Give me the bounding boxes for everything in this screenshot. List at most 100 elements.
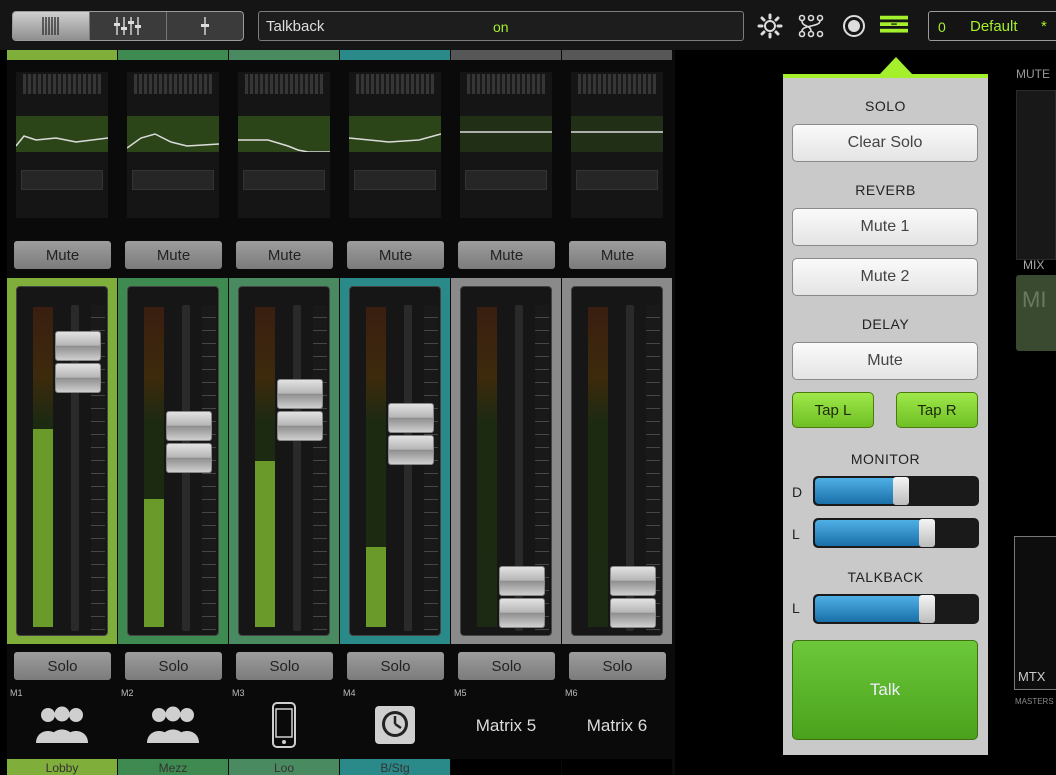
talkback-l-slider[interactable]: [813, 594, 979, 624]
popover-pointer: [879, 57, 913, 75]
fader-scale: [313, 305, 327, 631]
eq-thumbnail[interactable]: [349, 72, 441, 218]
monitor-section-title: MONITOR: [850, 451, 921, 467]
channel-strip: Mute Solo M6 Matrix 6: [562, 50, 672, 775]
dynamics-thumbnail: [576, 170, 658, 190]
phone-icon[interactable]: [249, 701, 319, 749]
channel-name-bar[interactable]: B/Stg: [340, 759, 450, 775]
solo-button[interactable]: Solo: [347, 652, 444, 680]
channel-color-bar: [229, 50, 339, 60]
patch-icon: [798, 14, 824, 38]
fader-cap-shadow: [55, 363, 101, 394]
channel-name-bar[interactable]: Loo: [229, 759, 339, 775]
solo-button[interactable]: Solo: [458, 652, 555, 680]
channel-name-bar[interactable]: [451, 759, 561, 775]
talkback-l-slider-thumb[interactable]: [919, 595, 935, 623]
fader-cap-shadow: [610, 598, 656, 629]
channel-label[interactable]: Matrix 5: [451, 716, 561, 736]
channel-name-bar[interactable]: [562, 759, 672, 775]
mute-button[interactable]: Mute: [569, 241, 666, 269]
level-meter-fill: [366, 547, 386, 627]
dynamics-thumbnail: [132, 170, 214, 190]
reverb-section-title: REVERB: [855, 182, 916, 198]
channel-number: M6: [565, 688, 578, 698]
fader-well: [349, 286, 441, 636]
fader-cap[interactable]: [388, 402, 434, 433]
channel-name-bar[interactable]: Lobby: [7, 759, 117, 775]
channel-strip: Mute Solo M5 Matrix 5: [451, 50, 561, 775]
talkback-button[interactable]: [880, 12, 908, 40]
channel-name-bar[interactable]: Mezz: [118, 759, 228, 775]
routing-button[interactable]: [797, 12, 825, 40]
monitor-l-slider[interactable]: [813, 518, 979, 548]
channel-color-bar: [340, 50, 450, 60]
eq-thumbnail[interactable]: [16, 72, 108, 218]
single-fader-icon: [201, 17, 209, 35]
talk-button[interactable]: Talk: [792, 640, 978, 740]
solo-section-title: SOLO: [865, 98, 906, 114]
eq-thumbnail[interactable]: [238, 72, 330, 218]
channel-color-bar: [7, 50, 117, 60]
record-button[interactable]: [840, 12, 868, 40]
solo-button[interactable]: Solo: [125, 652, 222, 680]
talkback-panel-icon: [880, 15, 908, 33]
level-meter-fill: [255, 461, 275, 627]
dynamics-thumbnail: [354, 170, 436, 190]
people-icon[interactable]: [138, 701, 208, 749]
fader-cap[interactable]: [55, 331, 101, 362]
mute-button[interactable]: Mute: [125, 241, 222, 269]
talkback-state: on: [493, 19, 509, 35]
mute-button[interactable]: Mute: [14, 241, 111, 269]
monitor-d-slider-thumb[interactable]: [893, 477, 909, 505]
fader-cap[interactable]: [610, 566, 656, 597]
settings-button[interactable]: [756, 12, 784, 40]
solo-button[interactable]: Solo: [236, 652, 333, 680]
fader-cap-shadow: [388, 434, 434, 465]
people-icon[interactable]: [27, 701, 97, 749]
snapshot-number: 0: [938, 19, 946, 35]
single-channel-view-button[interactable]: [167, 12, 243, 40]
snapshot-selector[interactable]: 0 Default *: [928, 11, 1056, 41]
mute-button[interactable]: Mute: [347, 241, 444, 269]
talkback-l-slider-fill: [815, 596, 935, 622]
fader-well: [16, 286, 108, 636]
channel-label[interactable]: Matrix 6: [562, 716, 672, 736]
fader-cap[interactable]: [499, 566, 545, 597]
master-mix-button[interactable]: MI: [1016, 275, 1056, 351]
master-mtx-label: MTX: [1018, 669, 1046, 684]
fader-cap[interactable]: [166, 410, 212, 441]
eq-thumbnail[interactable]: [127, 72, 219, 218]
reverb-mute-2-button[interactable]: Mute 2: [792, 258, 978, 296]
solo-button[interactable]: Solo: [14, 652, 111, 680]
eq-curve: [571, 116, 663, 152]
geq-thumbnail: [23, 74, 101, 94]
tap-right-button[interactable]: Tap R: [896, 392, 978, 428]
monitor-d-slider[interactable]: [813, 476, 979, 506]
monitor-l-slider-thumb[interactable]: [919, 519, 935, 547]
level-meter: [477, 307, 497, 627]
mute-button[interactable]: Mute: [458, 241, 555, 269]
eq-thumbnail[interactable]: [571, 72, 663, 218]
master-mute-area[interactable]: [1016, 90, 1056, 260]
snapshot-name: Default: [970, 18, 1018, 35]
clear-solo-button[interactable]: Clear Solo: [792, 124, 978, 162]
clock-icon[interactable]: [360, 701, 430, 749]
fader-well: [460, 286, 552, 636]
talkback-status-field[interactable]: Talkback on: [258, 11, 744, 41]
reverb-mute-1-button[interactable]: Mute 1: [792, 208, 978, 246]
fader-zone: [562, 278, 672, 644]
dynamics-thumbnail: [465, 170, 547, 190]
tap-left-button[interactable]: Tap L: [792, 392, 874, 428]
grid-view-button[interactable]: [13, 12, 90, 40]
fader-cap[interactable]: [277, 379, 323, 409]
mute-button[interactable]: Mute: [236, 241, 333, 269]
master-mute-label: MUTE: [1016, 67, 1050, 81]
master-matrix-strip[interactable]: [1014, 536, 1056, 690]
mixer-view-button[interactable]: [90, 12, 167, 40]
solo-button[interactable]: Solo: [569, 652, 666, 680]
delay-mute-button[interactable]: Mute: [792, 342, 978, 380]
fader-scale: [424, 305, 438, 631]
fader-zone: [451, 278, 561, 644]
eq-thumbnail[interactable]: [460, 72, 552, 218]
channel-strips: Mute Solo M1 Lobby Mute Solo M2 Mezz Mut…: [7, 50, 675, 775]
